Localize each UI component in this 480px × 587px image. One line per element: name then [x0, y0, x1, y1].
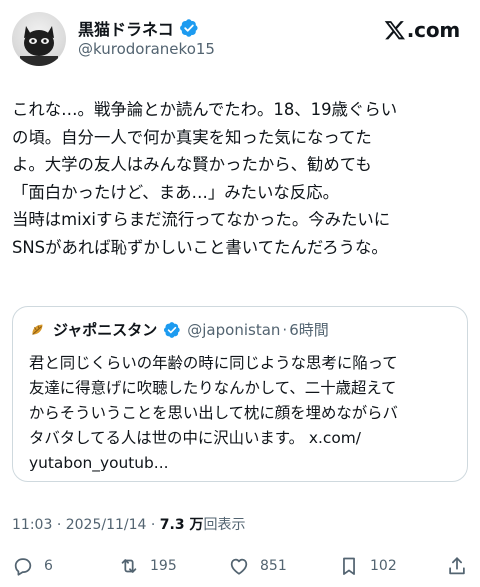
- quoted-author-name[interactable]: ジャポニスタン: [53, 319, 157, 340]
- reply-button[interactable]: 6: [12, 555, 53, 577]
- quoted-text-line: タバタしてる人は世の中に沢山います。 x.com/: [29, 429, 361, 447]
- quoted-text-line: 君と同じくらいの年齢の時に同じような思考に陥って: [29, 354, 398, 372]
- share-icon: [449, 557, 465, 575]
- tweet-text-line: 当時はmixiすらまだ流行ってなかった。今みたいに: [12, 210, 391, 229]
- author-handle[interactable]: @kurodoraneko15: [78, 40, 215, 58]
- tweet-text-line: これな…。戦争論とか読んでたわ。18、19歳ぐらい: [12, 100, 398, 119]
- repost-icon: [121, 559, 137, 573]
- tweet-meta: 11:03 · 2025/11/14 · 7.3 万回表示: [12, 514, 245, 534]
- separator-dot: ·: [150, 517, 156, 533]
- quoted-author-handle[interactable]: @japonistan: [187, 321, 280, 339]
- tweet-text-line: の頃。自分一人で何か真実を知った気になってた: [12, 127, 372, 147]
- quoted-tweet-text: 君と同じくらいの年齢の時に同じような思考に陥って 友達に得意げに吹聴したりなんか…: [29, 351, 459, 476]
- separator-dot: ·: [56, 517, 62, 533]
- avatar[interactable]: [12, 12, 66, 66]
- action-bar: 6 195 851 102: [12, 555, 472, 579]
- quoted-tweet-card[interactable]: ジャポニスタン @japonistan · 6時間 君と同じくらいの年齢の時に同じよ…: [12, 306, 468, 482]
- views-count[interactable]: 7.3 万: [160, 517, 204, 533]
- tweet-date[interactable]: 2025/11/14: [66, 517, 147, 533]
- bookmark-count: 102: [370, 558, 397, 574]
- like-button[interactable]: 851: [228, 555, 287, 577]
- tweet-text-line: SNSがあれば恥ずかしいこと書いてたんだろうな。: [12, 237, 388, 257]
- tweet-time[interactable]: 11:03: [12, 517, 52, 533]
- tweet-text-line: よ。大学の友人はみんな賢かったから、勧めても: [12, 155, 372, 174]
- quoted-author-avatar[interactable]: [29, 321, 47, 339]
- bookmark-button[interactable]: 102: [338, 555, 397, 577]
- quoted-tweet-header: ジャポニスタン @japonistan · 6時間: [29, 319, 329, 340]
- black-cat-avatar-image: [20, 26, 58, 66]
- tweet-text: これな…。戦争論とか読んでたわ。18、19歳ぐらい の頃。自分一人で何か真実を知…: [12, 96, 474, 261]
- heart-icon: [230, 558, 248, 575]
- author-display-name[interactable]: 黒猫ドラネコ: [78, 16, 174, 40]
- repost-count: 195: [150, 558, 177, 574]
- tweet-text-line: 「面白かったけど、まあ…」みたいな反応。: [12, 182, 339, 202]
- reply-count: 6: [44, 558, 53, 574]
- separator-dot: ·: [282, 320, 288, 339]
- verified-badge-icon: [179, 19, 198, 37]
- like-count: 851: [260, 558, 287, 574]
- author-name-row[interactable]: 黒猫ドラネコ: [78, 16, 199, 40]
- x-logo-icon: [384, 21, 405, 40]
- x-logo-text: .com: [406, 18, 460, 42]
- x-logo: .com: [384, 18, 460, 42]
- bookmark-icon: [343, 557, 355, 575]
- quoted-tweet-time[interactable]: 6時間: [289, 319, 329, 340]
- quoted-text-line: からそういうことを思い出して枕に顔を埋めながらバ: [29, 404, 398, 422]
- share-button[interactable]: [446, 555, 468, 577]
- views-label: 回表示: [203, 517, 246, 533]
- quoted-text-line: yutabon_youtub...: [29, 454, 169, 472]
- quoted-text-line: 友達に得意げに吹聴したりなんかして、二十歳超えて: [29, 379, 397, 397]
- reply-icon: [14, 558, 32, 576]
- repost-button[interactable]: 195: [118, 555, 177, 577]
- verified-badge-icon: [164, 321, 180, 338]
